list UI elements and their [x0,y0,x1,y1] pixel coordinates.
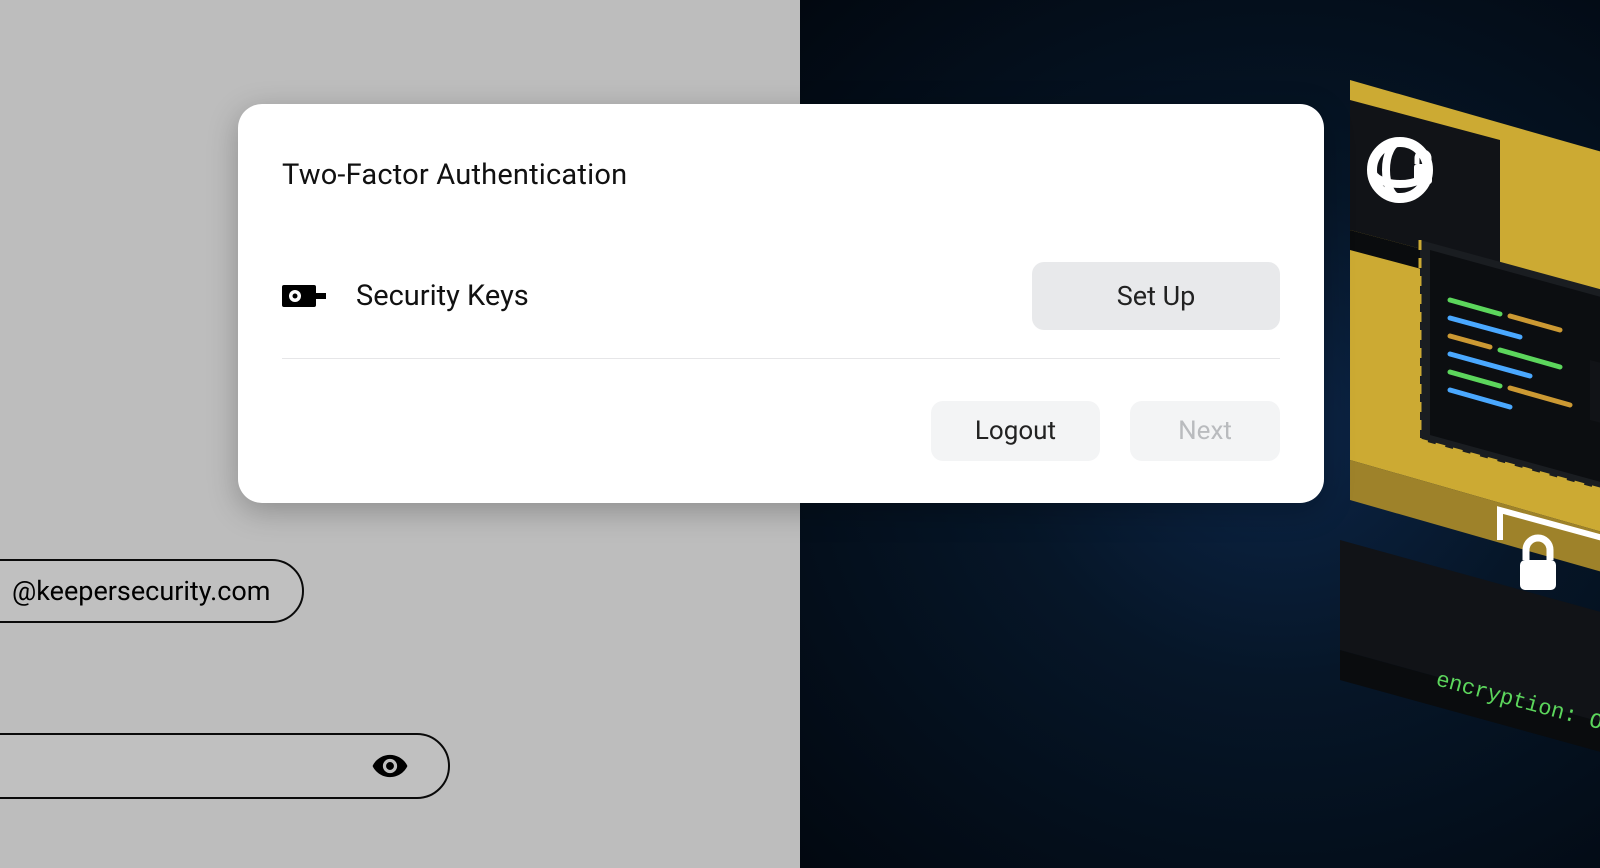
eye-icon[interactable] [370,746,410,786]
modal-title: Two-Factor Authentication [282,158,1280,192]
app-stage: encryption: ON @keepersecurity.com Two-F… [0,0,1600,868]
logout-button[interactable]: Logout [931,401,1100,461]
security-key-icon [282,282,328,310]
setup-button[interactable]: Set Up [1032,262,1280,330]
encryption-label: encryption: ON [1433,668,1600,740]
modal-footer: Logout Next [282,401,1280,461]
method-row-security-keys: Security Keys Set Up [282,262,1280,359]
password-field[interactable] [0,733,450,799]
method-left: Security Keys [282,279,529,313]
two-factor-modal: Two-Factor Authentication Security Keys … [238,104,1324,503]
method-label: Security Keys [356,279,529,313]
email-field[interactable]: @keepersecurity.com [0,559,304,623]
next-button: Next [1130,401,1280,461]
email-hint-text: @keepersecurity.com [12,575,270,607]
